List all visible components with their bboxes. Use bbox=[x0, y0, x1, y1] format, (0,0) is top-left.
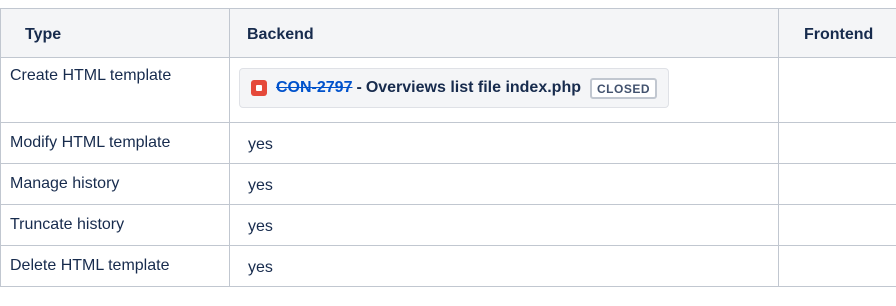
backend-cell: yes bbox=[229, 245, 779, 287]
frontend-value bbox=[779, 123, 896, 134]
issue-separator: - bbox=[356, 79, 362, 96]
type-label: Delete HTML template bbox=[10, 257, 170, 274]
status-badge: CLOSED bbox=[590, 77, 658, 99]
backend-value: yes bbox=[248, 177, 273, 194]
type-label: Manage history bbox=[10, 175, 120, 192]
backend-value: yes bbox=[248, 259, 273, 276]
page: Type Backend Frontend Create HTML templa… bbox=[0, 0, 896, 306]
header-backend: Backend bbox=[229, 8, 779, 58]
table-row: Modify HTML template yes bbox=[0, 122, 896, 164]
frontend-cell bbox=[778, 122, 896, 164]
issue-summary: Overviews list file index.php bbox=[365, 79, 581, 96]
frontend-value bbox=[779, 246, 896, 257]
table-row: Manage history yes bbox=[0, 163, 896, 205]
table-row: Delete HTML template yes bbox=[0, 245, 896, 287]
table-row: Create HTML template CON-2797 - Overview… bbox=[0, 57, 896, 123]
type-cell: Manage history bbox=[0, 163, 230, 205]
backend-cell: yes bbox=[229, 204, 779, 246]
jira-issue-macro[interactable]: CON-2797 - Overviews list file index.php… bbox=[239, 68, 670, 108]
frontend-value bbox=[779, 164, 896, 175]
type-label: Truncate history bbox=[10, 216, 125, 233]
bug-issue-icon bbox=[251, 80, 267, 96]
type-cell: Create HTML template bbox=[0, 57, 230, 123]
type-cell: Delete HTML template bbox=[0, 245, 230, 287]
backend-cell: yes bbox=[229, 163, 779, 205]
header-type-label: Type bbox=[25, 26, 62, 43]
frontend-cell bbox=[778, 57, 896, 123]
type-cell: Modify HTML template bbox=[0, 122, 230, 164]
table-header-row: Type Backend Frontend bbox=[0, 8, 896, 58]
header-type: Type bbox=[0, 8, 230, 58]
header-backend-label: Backend bbox=[247, 26, 314, 43]
frontend-value bbox=[779, 58, 896, 67]
frontend-value bbox=[779, 205, 896, 216]
issue-key-link[interactable]: CON-2797 bbox=[276, 79, 352, 97]
header-frontend-label: Frontend bbox=[804, 26, 874, 43]
backend-cell: yes bbox=[229, 122, 779, 164]
type-label: Modify HTML template bbox=[10, 134, 171, 151]
requirements-table: Type Backend Frontend Create HTML templa… bbox=[0, 8, 896, 287]
frontend-cell bbox=[778, 245, 896, 287]
backend-value: yes bbox=[248, 218, 273, 235]
backend-value: yes bbox=[248, 136, 273, 153]
frontend-cell bbox=[778, 163, 896, 205]
backend-cell: CON-2797 - Overviews list file index.php… bbox=[229, 57, 779, 123]
table-row: Truncate history yes bbox=[0, 204, 896, 246]
frontend-cell bbox=[778, 204, 896, 246]
type-label: Create HTML template bbox=[10, 67, 172, 84]
type-cell: Truncate history bbox=[0, 204, 230, 246]
header-frontend: Frontend bbox=[778, 8, 896, 58]
